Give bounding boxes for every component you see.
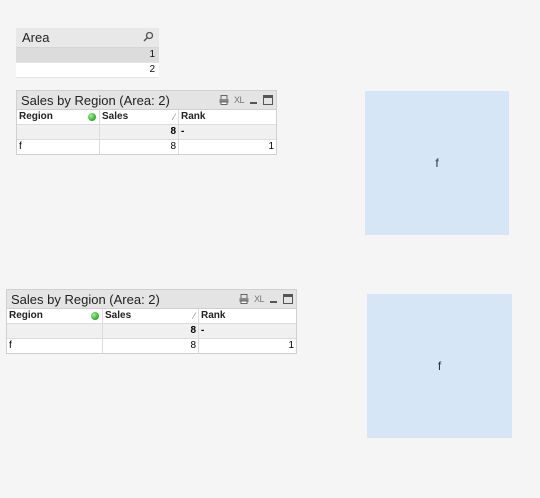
totals-row: 8 -	[7, 324, 296, 339]
sales-table-2: Sales by Region (Area: 2) XL Region Sale…	[6, 289, 297, 354]
status-dot-icon	[88, 113, 96, 121]
region-cell[interactable]: f	[17, 140, 100, 154]
total-region-cell	[7, 324, 103, 338]
sales-cell: 8	[103, 339, 199, 353]
text-object-1: f	[365, 91, 509, 235]
sales-table-1: Sales by Region (Area: 2) XL Region Sale…	[16, 90, 277, 155]
minimize-icon[interactable]	[249, 93, 258, 108]
column-header-region[interactable]: Region	[17, 110, 100, 124]
maximize-icon[interactable]	[283, 292, 293, 307]
total-rank-cell: -	[181, 126, 185, 137]
totals-row: 8 -	[17, 125, 276, 140]
sort-indicator-icon: ⁄	[193, 311, 195, 321]
maximize-icon[interactable]	[263, 93, 273, 108]
table-caption: Sales by Region (Area: 2) XL	[7, 290, 296, 309]
listbox-value-2[interactable]: 2	[16, 63, 159, 78]
table-header-row: Region Sales ⁄ Rank	[7, 309, 296, 324]
total-sales-cell: 8	[100, 125, 179, 139]
text-object-value: f	[435, 156, 439, 170]
status-dot-icon	[91, 312, 99, 320]
minimize-icon[interactable]	[269, 292, 278, 307]
table-header-row: Region Sales ⁄ Rank	[17, 110, 276, 125]
listbox-value-1[interactable]: 1	[16, 48, 159, 63]
table-row: f 8 1	[17, 140, 276, 154]
sales-cell: 8	[100, 140, 179, 154]
rank-cell: 1	[288, 340, 294, 351]
listbox-caption: Area	[16, 28, 159, 48]
table-row: f 8 1	[7, 339, 296, 353]
table-caption: Sales by Region (Area: 2) XL	[17, 91, 276, 110]
table-title: Sales by Region (Area: 2)	[11, 291, 160, 307]
search-icon[interactable]	[143, 30, 154, 45]
text-object-value: f	[437, 359, 442, 373]
sort-indicator-icon: ⁄	[173, 112, 175, 122]
column-header-sales[interactable]: Sales ⁄	[103, 309, 199, 323]
column-header-sales[interactable]: Sales ⁄	[100, 110, 179, 124]
export-excel-icon[interactable]: XL	[234, 95, 245, 105]
table-title: Sales by Region (Area: 2)	[21, 92, 170, 108]
total-sales-cell: 8	[103, 324, 199, 338]
area-listbox: Area 1 2	[16, 28, 159, 78]
text-object-2: f	[367, 294, 512, 438]
print-icon[interactable]	[219, 93, 229, 108]
column-header-rank[interactable]: Rank	[179, 110, 276, 124]
print-icon[interactable]	[239, 292, 249, 307]
region-cell[interactable]: f	[7, 339, 103, 353]
listbox-title: Area	[22, 30, 50, 45]
export-excel-icon[interactable]: XL	[254, 294, 265, 304]
column-header-rank[interactable]: Rank	[199, 309, 296, 323]
rank-cell: 1	[268, 141, 274, 152]
column-header-region[interactable]: Region	[7, 309, 103, 323]
total-rank-cell: -	[201, 325, 205, 336]
total-region-cell	[17, 125, 100, 139]
